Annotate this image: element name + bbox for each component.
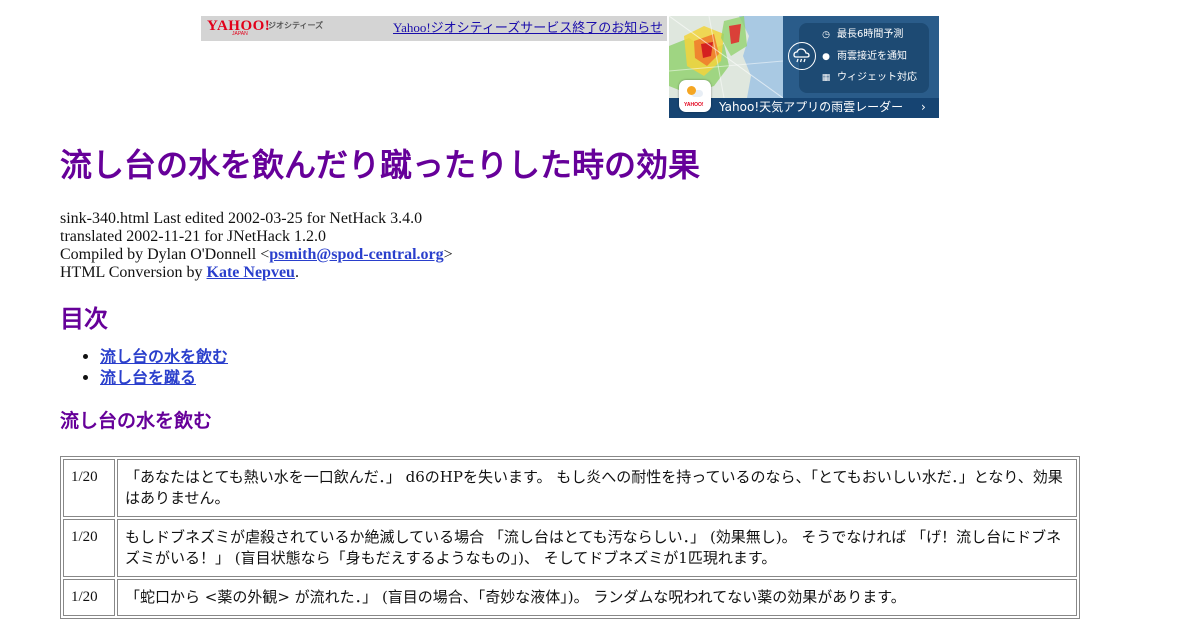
toc-item: 流し台を蹴る <box>100 367 1080 388</box>
main-content: 流し台の水を飲んだり蹴ったりした時の効果 sink-340.html Last … <box>60 140 1080 619</box>
toc-link-kick[interactable]: 流し台を蹴る <box>100 368 196 387</box>
geocities-bar: YAHOO! JAPAN ジオシティーズ Yahoo!ジオシティーズサービス終了… <box>201 16 667 41</box>
chevron-right-icon: › <box>921 100 926 114</box>
probability-cell: 1/20 <box>63 579 115 616</box>
toc-heading: 目次 <box>60 305 108 333</box>
meta-line-edited: sink-340.html Last edited 2002-03-25 for… <box>60 210 423 227</box>
compiler-email-link[interactable]: psmith@spod-central.org <box>269 246 443 263</box>
probability-cell: 1/20 <box>63 459 115 517</box>
pin-icon: ● <box>822 52 830 62</box>
meta-line-translated: translated 2002-11-21 for JNetHack 1.2.0 <box>60 228 326 245</box>
effect-cell: 「あなたはとても熱い水を一口飲んだ．」 d6のHPを失います。 もし炎への耐性を… <box>117 459 1077 517</box>
rain-cloud-icon <box>788 42 816 70</box>
toc-list: 流し台の水を飲む 流し台を蹴る <box>60 346 1080 388</box>
ad-caption: Yahoo!天気アプリの雨雲レーダー <box>719 100 904 114</box>
page-meta: sink-340.html Last edited 2002-03-25 for… <box>60 210 1080 282</box>
weather-app-icon: YAHOO! <box>679 80 711 112</box>
table-row: 1/20 「あなたはとても熱い水を一口飲んだ．」 d6のHPを失います。 もし炎… <box>63 459 1077 517</box>
meta-line-conversion: HTML Conversion by Kate Nepveu. <box>60 264 299 281</box>
clock-icon: ◷ <box>822 30 830 40</box>
page-title: 流し台の水を飲んだり蹴ったりした時の効果 <box>60 146 701 184</box>
sun-icon <box>687 86 696 95</box>
widget-icon: ▦ <box>821 73 831 83</box>
converter-link[interactable]: Kate Nepveu <box>207 264 295 281</box>
feature-widget: ▦ ウィジェット対応 <box>821 72 917 83</box>
geocities-brand: ジオシティーズ <box>268 21 324 30</box>
service-end-notice-link[interactable]: Yahoo!ジオシティーズサービス終了のお知らせ <box>393 20 663 36</box>
app-logo-text: YAHOO! <box>684 102 704 108</box>
toc-link-drink[interactable]: 流し台の水を飲む <box>100 347 228 366</box>
yahoo-logo-sub: JAPAN <box>232 31 248 37</box>
feature-forecast: ◷ 最長6時間予測 <box>820 29 903 41</box>
effects-table: 1/20 「あなたはとても熱い水を一口飲んだ．」 d6のHPを失います。 もし炎… <box>60 456 1080 619</box>
effect-cell: もしドブネズミが虐殺されているか絶滅している場合 「流し台はとても汚ならしい．」… <box>117 519 1077 577</box>
section-heading-drink: 流し台の水を飲む <box>60 410 213 432</box>
table-row: 1/20 「蛇口から <薬の外観> が流れた．」 (盲目の場合、「奇妙な液体」)… <box>63 579 1077 616</box>
toc-item: 流し台の水を飲む <box>100 346 1080 367</box>
probability-cell: 1/20 <box>63 519 115 577</box>
weather-app-ad[interactable]: ◷ 最長6時間予測 ● 雨雲接近を通知 ▦ ウィジェット対応 Yahoo!天気アプリの… <box>669 16 939 118</box>
effect-cell: 「蛇口から <薬の外観> が流れた．」 (盲目の場合、「奇妙な液体」)。 ランダ… <box>117 579 1077 616</box>
meta-line-compiled: Compiled by Dylan O'Donnell <psmith@spod… <box>60 246 453 263</box>
table-row: 1/20 もしドブネズミが虐殺されているか絶滅している場合 「流し台はとても汚な… <box>63 519 1077 577</box>
feature-notify: ● 雨雲接近を通知 <box>820 51 907 63</box>
